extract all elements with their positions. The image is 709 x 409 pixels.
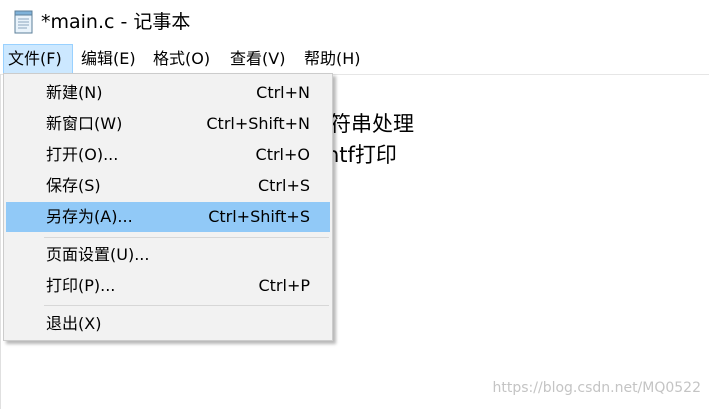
menu-help[interactable]: 帮助(H) (300, 44, 365, 74)
menu-item-save-as[interactable]: 另存为(A)... Ctrl+Shift+S (6, 202, 330, 232)
menu-item-shortcut: Ctrl+P (258, 276, 310, 295)
menu-edit[interactable]: 编辑(E) (77, 44, 140, 74)
menu-item-exit[interactable]: 退出(X) (6, 309, 330, 339)
menu-item-shortcut: Ctrl+N (256, 83, 310, 102)
menu-item-label: 退出(X) (46, 314, 102, 333)
editor-line-2: ntf打印 (326, 143, 397, 167)
menu-item-save[interactable]: 保存(S) Ctrl+S (6, 171, 330, 201)
file-menu-dropdown: 新建(N) Ctrl+N 新窗口(W) Ctrl+Shift+N 打开(O)..… (3, 73, 333, 341)
menu-item-open[interactable]: 打开(O)... Ctrl+O (6, 140, 330, 170)
menu-item-label: 另存为(A)... (46, 207, 133, 226)
menu-separator (44, 237, 329, 238)
menu-view[interactable]: 查看(V) (226, 44, 289, 74)
menu-item-page-setup[interactable]: 页面设置(U)... (6, 240, 330, 270)
menu-item-shortcut: Ctrl+S (257, 176, 310, 195)
menu-item-shortcut: Ctrl+Shift+N (206, 114, 310, 133)
menu-item-new-window[interactable]: 新窗口(W) Ctrl+Shift+N (6, 109, 330, 139)
menu-separator (44, 305, 329, 306)
menu-bar: 文件(F) 编辑(E) 格式(O) 查看(V) 帮助(H) (0, 44, 709, 74)
menu-item-label: 新建(N) (46, 83, 103, 102)
menu-item-label: 打印(P)... (46, 276, 116, 295)
title-bar[interactable]: *main.c - 记事本 (0, 0, 709, 44)
window-title: *main.c - 记事本 (41, 11, 191, 33)
menu-file[interactable]: 文件(F) (3, 44, 73, 74)
menu-item-label: 新窗口(W) (46, 114, 123, 133)
menu-item-label: 页面设置(U)... (46, 245, 150, 264)
menu-item-new[interactable]: 新建(N) Ctrl+N (6, 78, 330, 108)
menu-format[interactable]: 格式(O) (149, 44, 214, 74)
editor-line-1: 符串处理 (330, 112, 414, 136)
notepad-icon (14, 10, 33, 34)
menu-item-shortcut: Ctrl+Shift+S (208, 207, 310, 226)
menu-item-label: 打开(O)... (46, 145, 119, 164)
editor-border (0, 74, 1, 409)
menu-item-label: 保存(S) (46, 176, 101, 195)
watermark-text: https://blog.csdn.net/MQ0522 (492, 380, 701, 396)
menu-item-print[interactable]: 打印(P)... Ctrl+P (6, 271, 330, 301)
menu-item-shortcut: Ctrl+O (255, 145, 310, 164)
